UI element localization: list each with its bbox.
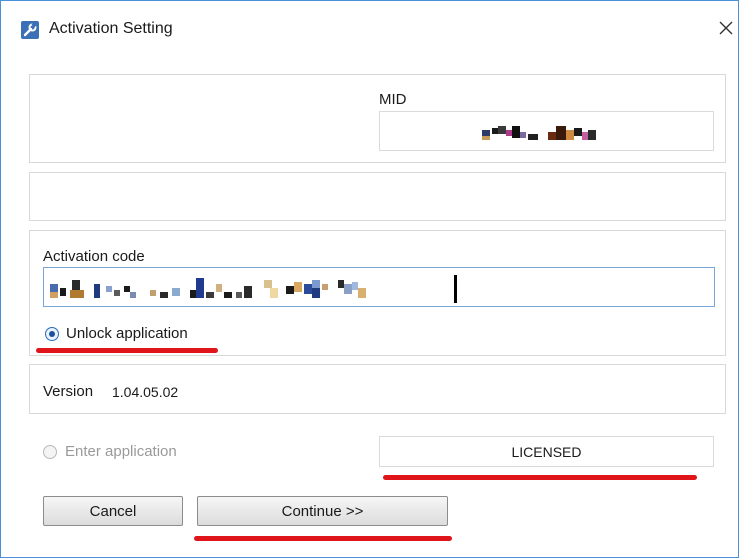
activation-panel: Activation code Unlock application — [29, 230, 726, 356]
highlight-underline-licensed — [383, 475, 697, 480]
license-status-text: LICENSED — [511, 443, 582, 460]
title-bar: Activation Setting — [1, 1, 738, 59]
blank-panel — [29, 172, 726, 221]
window-title: Activation Setting — [49, 20, 173, 37]
enter-application-label[interactable]: Enter application — [65, 443, 177, 460]
highlight-underline-unlock — [36, 348, 218, 353]
version-value: 1.04.05.02 — [112, 384, 179, 400]
activation-code-label: Activation code — [43, 248, 145, 265]
activation-dialog: Activation Setting MID Activation code U… — [0, 0, 739, 558]
highlight-underline-continue — [194, 536, 452, 541]
mid-field[interactable] — [379, 111, 714, 151]
unlock-application-radio[interactable] — [45, 327, 59, 341]
version-panel: Version 1.04.05.02 — [29, 364, 726, 414]
redacted-mid — [476, 122, 636, 144]
cancel-button[interactable]: Cancel — [43, 496, 183, 526]
mid-panel: MID — [29, 74, 726, 163]
mid-label: MID — [379, 91, 407, 108]
wrench-icon — [21, 21, 39, 39]
unlock-application-label[interactable]: Unlock application — [66, 325, 188, 342]
version-label: Version — [43, 383, 94, 400]
continue-button[interactable]: Continue >> — [197, 496, 448, 526]
close-icon — [718, 20, 734, 41]
activation-code-input[interactable] — [43, 267, 715, 307]
redacted-activation-code — [48, 274, 458, 304]
close-button[interactable] — [713, 15, 739, 45]
license-status-field: LICENSED — [379, 436, 714, 467]
text-caret — [454, 275, 457, 303]
enter-application-radio[interactable] — [43, 445, 57, 459]
